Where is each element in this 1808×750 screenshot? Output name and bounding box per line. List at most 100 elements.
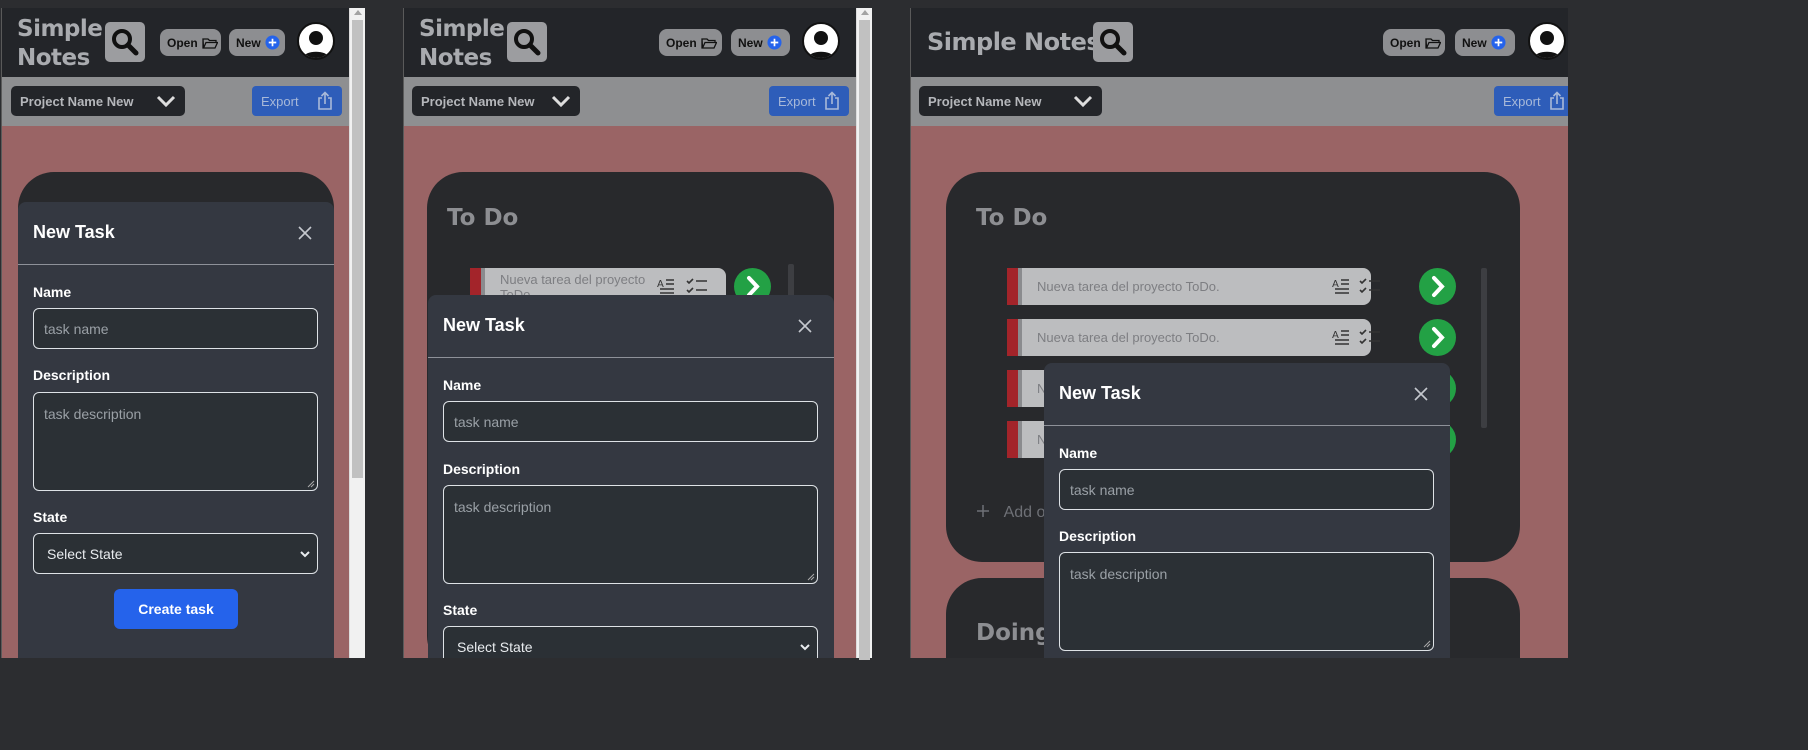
project-selector[interactable]: Project Name New bbox=[11, 86, 185, 116]
add-task-row[interactable]: Add o bbox=[976, 504, 1045, 522]
brand-logo[interactable]: Simple Notes bbox=[17, 15, 103, 73]
open-button[interactable]: Open bbox=[659, 29, 722, 56]
name-label: Name bbox=[33, 284, 72, 300]
new-button[interactable]: New bbox=[229, 29, 285, 56]
resize-grip-icon[interactable] bbox=[307, 480, 315, 488]
export-label: Export bbox=[261, 93, 299, 109]
new-label: New bbox=[1462, 35, 1487, 50]
modal-header: New Task bbox=[18, 202, 334, 265]
new-button[interactable]: New bbox=[731, 29, 790, 56]
search-icon bbox=[1100, 29, 1127, 56]
chevron-right-icon bbox=[1432, 327, 1445, 348]
search-icon bbox=[514, 29, 541, 56]
state-select[interactable]: Select State bbox=[443, 626, 818, 658]
new-label: New bbox=[738, 35, 763, 50]
task-description-input[interactable]: task description bbox=[1059, 552, 1434, 651]
name-label: Name bbox=[443, 377, 482, 393]
task-card[interactable]: Nueva tarea del proyecto ToDo. A bbox=[1007, 268, 1380, 305]
task-card[interactable]: Nueva tarea del proyecto ToDo. A bbox=[1007, 319, 1380, 356]
folder-open-icon bbox=[1424, 37, 1441, 49]
resize-grip-icon[interactable] bbox=[1423, 640, 1431, 648]
export-label: Export bbox=[778, 93, 816, 109]
user-avatar[interactable] bbox=[802, 22, 840, 60]
project-bar: Project Name New Export bbox=[2, 77, 349, 126]
page-scrollbar-1[interactable] bbox=[349, 8, 365, 658]
checklist-icon[interactable] bbox=[1359, 328, 1381, 346]
state-select[interactable]: Select State bbox=[33, 533, 318, 574]
search-icon bbox=[112, 29, 139, 56]
brand-line-1: Simple bbox=[17, 16, 103, 42]
export-button[interactable]: Export bbox=[769, 86, 849, 116]
project-selector[interactable]: Project Name New bbox=[412, 86, 580, 116]
column-scrollbar[interactable] bbox=[1481, 268, 1487, 428]
move-task-button[interactable] bbox=[1419, 319, 1456, 356]
chevron-down-icon bbox=[551, 95, 571, 108]
task-description-input[interactable]: task description bbox=[33, 392, 318, 491]
task-name-input[interactable]: task name bbox=[33, 308, 318, 349]
search-button[interactable] bbox=[1093, 22, 1133, 62]
close-icon[interactable] bbox=[798, 319, 812, 333]
create-task-button[interactable]: Create task bbox=[114, 589, 238, 629]
task-text: Nueva tarea del proyecto ToDo. bbox=[1037, 330, 1220, 345]
modal-title: New Task bbox=[1059, 383, 1141, 403]
text-align-icon[interactable]: A bbox=[1332, 277, 1350, 295]
add-task-label: Add o bbox=[1003, 504, 1046, 521]
task-name-input[interactable]: task name bbox=[443, 401, 818, 442]
modal-title: New Task bbox=[443, 315, 525, 335]
export-label: Export bbox=[1503, 93, 1541, 109]
project-selector[interactable]: Project Name New bbox=[919, 86, 1102, 116]
checklist-icon[interactable] bbox=[1359, 277, 1381, 295]
project-name: Project Name New bbox=[421, 93, 535, 109]
export-button[interactable]: Export bbox=[1494, 86, 1568, 116]
open-button[interactable]: Open bbox=[160, 29, 221, 56]
brand-line-2: Notes bbox=[17, 45, 90, 71]
chevron-down-icon bbox=[1073, 95, 1093, 108]
scrollbar-thumb[interactable] bbox=[859, 20, 870, 660]
share-icon bbox=[1550, 91, 1564, 110]
task-divider bbox=[1018, 268, 1022, 305]
folder-open-icon bbox=[700, 37, 717, 49]
close-icon[interactable] bbox=[1414, 387, 1428, 401]
task-description-input[interactable]: task description bbox=[443, 485, 818, 584]
open-label: Open bbox=[1390, 35, 1421, 50]
modal-title: New Task bbox=[33, 222, 115, 242]
task-divider bbox=[1018, 319, 1022, 356]
brand-line-1: Simple bbox=[419, 16, 505, 42]
user-avatar[interactable] bbox=[297, 22, 335, 60]
text-align-icon[interactable]: A bbox=[1332, 328, 1350, 346]
state-value: Select State bbox=[457, 639, 533, 655]
column-title: To Do bbox=[447, 205, 519, 231]
share-icon bbox=[318, 91, 332, 110]
scroll-up-arrow-icon[interactable] bbox=[861, 10, 869, 15]
description-label: Description bbox=[443, 461, 521, 477]
open-button[interactable]: Open bbox=[1383, 29, 1445, 56]
close-icon[interactable] bbox=[298, 226, 312, 240]
state-value: Select State bbox=[47, 546, 123, 562]
search-button[interactable] bbox=[507, 22, 547, 62]
task-name-input[interactable]: task name bbox=[1059, 469, 1434, 510]
description-placeholder: task description bbox=[44, 406, 142, 422]
top-navbar: Simple Notes Open New bbox=[911, 8, 1568, 77]
plus-icon bbox=[977, 505, 989, 517]
brand-logo[interactable]: Simple Notes bbox=[419, 15, 505, 73]
resize-grip-icon[interactable] bbox=[807, 573, 815, 581]
app-pane-3: Simple Notes Open New Project Name New E… bbox=[910, 8, 1568, 658]
user-avatar[interactable] bbox=[1528, 22, 1566, 60]
text-align-icon[interactable]: A bbox=[657, 277, 675, 295]
brand-logo[interactable]: Simple Notes bbox=[927, 28, 1101, 57]
app-pane-1: Simple Notes Open New Project Name New E… bbox=[1, 8, 349, 658]
export-button[interactable]: Export bbox=[252, 86, 342, 116]
new-button[interactable]: New bbox=[1455, 29, 1515, 56]
scroll-up-arrow-icon[interactable] bbox=[354, 10, 362, 15]
project-bar: Project Name New Export bbox=[404, 77, 856, 126]
search-button[interactable] bbox=[105, 22, 145, 62]
brand-line-2: Notes bbox=[419, 45, 492, 71]
project-name: Project Name New bbox=[928, 93, 1042, 109]
scrollbar-thumb[interactable] bbox=[352, 20, 363, 478]
page-scrollbar-2[interactable] bbox=[856, 8, 872, 660]
column-title: Doing bbox=[976, 620, 1052, 646]
move-task-button[interactable] bbox=[1419, 268, 1456, 305]
checklist-icon[interactable] bbox=[686, 277, 708, 295]
app-pane-2: Simple Notes Open New Project Name New E… bbox=[403, 8, 856, 658]
user-avatar-icon bbox=[302, 31, 330, 58]
